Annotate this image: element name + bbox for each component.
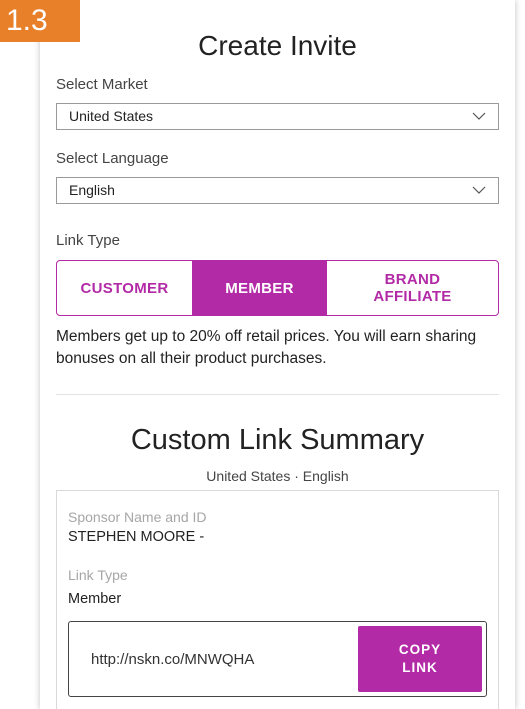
language-select-value: English [69, 182, 115, 198]
market-select-value: United States [69, 108, 154, 124]
chevron-down-icon [472, 186, 486, 194]
copy-link-button[interactable]: COPY LINK [358, 626, 482, 692]
invite-url[interactable]: http://nskn.co/MNWQHA [91, 651, 254, 668]
summary-link-type-value: Member [68, 591, 122, 607]
market-select[interactable]: United States [56, 103, 499, 130]
link-type-member-button[interactable]: MEMBER [192, 261, 327, 315]
link-type-brand-affiliate-button[interactable]: BRAND AFFILIATE [327, 261, 498, 315]
link-type-description: Members get up to 20% off retail prices.… [56, 328, 477, 367]
summary-card: Sponsor Name and ID STEPHEN MOORE - Link… [56, 490, 499, 709]
summary-subtitle: United States · English [206, 468, 349, 484]
step-badge: 1.3 [0, 0, 80, 42]
link-type-label: Link Type [56, 232, 120, 249]
link-type-customer-button[interactable]: CUSTOMER [57, 261, 192, 315]
copy-label-line2: LINK [402, 660, 438, 675]
link-box: http://nskn.co/MNWQHA COPY LINK [68, 621, 487, 697]
summary-link-type-label: Link Type [68, 567, 128, 583]
chevron-down-icon [472, 112, 486, 120]
language-select[interactable]: English [56, 177, 499, 204]
sponsor-value: STEPHEN MOORE - [68, 529, 205, 545]
invite-panel: Create Invite Select Market United State… [40, 0, 515, 709]
market-label: Select Market [56, 76, 148, 93]
brand-affiliate-label: BRAND AFFILIATE [373, 271, 452, 305]
page-title: Create Invite [198, 30, 357, 61]
language-label: Select Language [56, 150, 169, 167]
link-type-selector: CUSTOMER MEMBER BRAND AFFILIATE [56, 260, 499, 316]
summary-title: Custom Link Summary [130, 424, 425, 456]
sponsor-label: Sponsor Name and ID [68, 509, 207, 525]
copy-label-line1: COPY [398, 642, 442, 657]
divider [56, 394, 499, 395]
